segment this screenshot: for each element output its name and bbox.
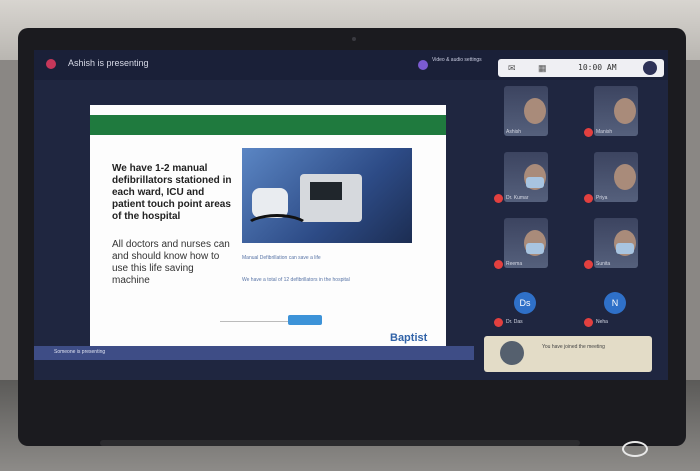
slide-body: All doctors and nurses can and should kn… [112,239,230,286]
laptop-screen: Ashish is presenting Video & audio setti… [34,50,668,380]
participant-tile[interactable]: Reema [494,218,554,276]
people-icon[interactable]: ✉ [508,63,516,74]
participant-name: Manish [596,129,613,135]
meeting-control-bar: ✉ ▦ 10:00 AM [498,59,664,77]
banner-text: Someone is presenting [54,349,106,355]
participant-initial: N [604,292,626,314]
defibrillator-photo [242,148,412,243]
grid-icon[interactable]: ▦ [538,63,547,74]
device-cable [244,214,310,242]
join-notification[interactable]: You have joined the meeting [484,336,652,372]
participant-tile[interactable]: Ds Dr. Das [494,284,554,342]
participant-name: Priya [596,195,608,201]
presenting-banner: Someone is presenting [34,346,474,360]
presenting-status: Ashish is presenting [68,58,149,68]
participant-initial: Ds [514,292,536,314]
muted-mic-icon [494,318,503,327]
participant-tile[interactable]: Priya [584,152,644,210]
speaker-grille [100,440,580,446]
muted-mic-icon [494,260,503,269]
power-led [622,441,648,457]
slide-footer-line [220,321,290,322]
participant-name: Sunita [596,261,611,267]
muted-mic-icon [584,194,593,203]
slide-caption: Manual Defibrillation can save a life [242,255,321,261]
slide-brand-logo: Baptist [390,332,428,344]
webcam [352,37,356,41]
participant-name: Reema [506,261,523,267]
settings-label[interactable]: Video & audio settings [432,57,492,64]
presentation-slide: We have 1-2 manual defibrillators statio… [90,105,446,350]
slide-caption-2: We have a total of 12 defibrillators in … [242,277,350,283]
meeting-top-bar: Ashish is presenting Video & audio setti… [34,50,668,80]
notification-avatar [500,341,524,365]
settings-icon[interactable] [418,60,428,70]
participant-tile[interactable]: Dr. Kumar [494,152,554,210]
slide-header-stripe [90,115,446,135]
participant-name: Dr. Das [506,319,523,325]
participant-name: Dr. Kumar [506,195,529,201]
participant-name: Neha [596,319,608,325]
muted-mic-icon [584,318,593,327]
meeting-time: 10:00 AM [578,63,617,72]
user-avatar[interactable] [643,61,657,75]
muted-mic-icon [584,260,593,269]
defibrillator-device [300,174,362,222]
participant-tile[interactable]: Sunita [584,218,644,276]
slide-title: We have 1-2 manual defibrillators statio… [112,163,232,222]
muted-mic-icon [584,128,593,137]
notification-text: You have joined the meeting [542,344,605,350]
participant-tile[interactable]: Manish [584,86,644,144]
participant-name: Ashish [506,129,522,135]
participant-grid: Ashish Manish Dr. Kumar Priya Reema Suni… [494,86,664,366]
presenting-icon [46,59,56,69]
slide-link-button [288,315,322,325]
participant-tile[interactable]: N Neha [584,284,644,342]
participant-tile[interactable]: Ashish [494,86,554,144]
muted-mic-icon [494,194,503,203]
